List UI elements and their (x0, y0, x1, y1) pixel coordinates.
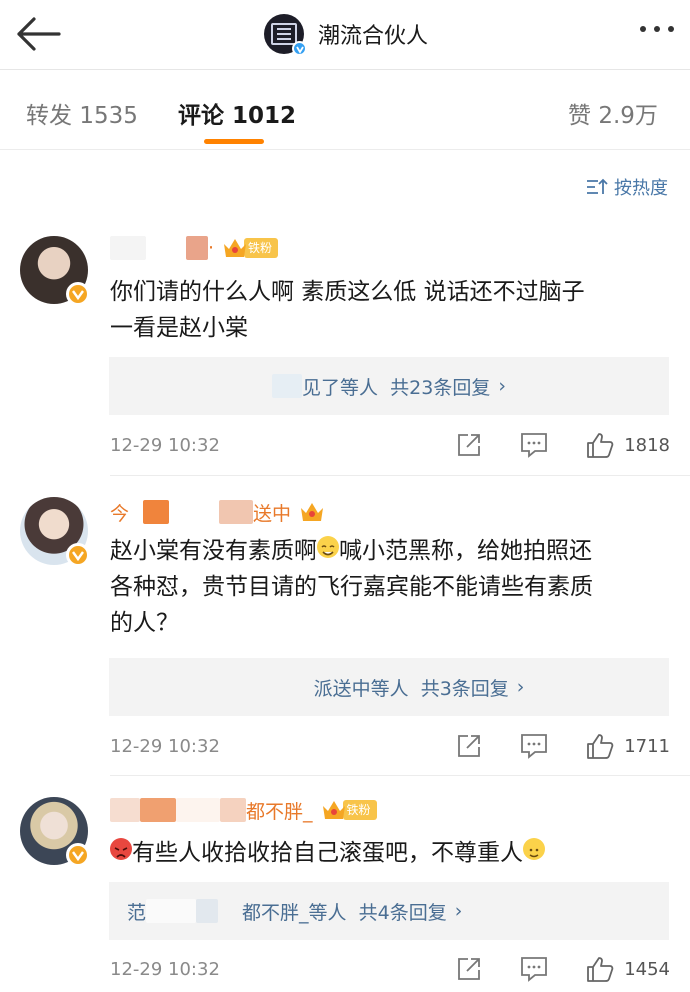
back-button[interactable] (14, 14, 64, 54)
avatar[interactable] (20, 497, 90, 567)
divider (110, 475, 690, 476)
like-button[interactable]: 1818 (586, 431, 670, 459)
like-button[interactable]: 1454 (586, 955, 670, 983)
avatar[interactable] (20, 797, 90, 867)
username[interactable]: · 铁粉 (110, 233, 279, 263)
comment-meta: 12-29 10:32 1454 (110, 954, 670, 984)
crown-icon (321, 798, 347, 822)
thumbs-up-icon (587, 734, 614, 759)
divider (110, 775, 690, 776)
fan-badge: 铁粉 (321, 798, 377, 822)
like-button[interactable]: 1711 (586, 732, 670, 760)
thumbs-up-icon (587, 957, 614, 982)
more-options-button[interactable] (640, 26, 674, 32)
comment-text: 有些人收拾收拾自己滚蛋吧，不尊重人 (110, 835, 670, 871)
share-icon[interactable] (456, 956, 482, 982)
reply-icon[interactable] (520, 432, 548, 458)
replies-summary[interactable]: 范 都不胖_等人 共4条回复 › (109, 882, 669, 940)
sort-icon (587, 178, 608, 194)
tab-comments[interactable]: 评论 1012 (178, 96, 296, 130)
comment-text: 你们请的什么人啊 素质这么低 说话还不过脑子 一看是赵小棠 (110, 279, 585, 341)
replies-summary[interactable]: 派送中等人 共3条回复 › (109, 658, 669, 716)
grin-emoji-icon (317, 536, 339, 558)
tab-likes[interactable]: 赞 2.9万 (568, 96, 658, 130)
active-tab-indicator (204, 139, 264, 144)
tab-bar: 转发 1535 评论 1012 赞 2.9万 (0, 70, 690, 150)
crown-icon (222, 236, 248, 260)
fan-badge: 铁粉 (222, 236, 279, 260)
verified-badge-icon (292, 41, 307, 56)
brand-logo-icon (264, 14, 307, 56)
username[interactable]: 都不胖_ 铁粉 (110, 795, 377, 825)
account-header[interactable]: 潮流合伙人 (264, 11, 428, 57)
crown-icon (299, 500, 325, 524)
top-bar: 潮流合伙人 (0, 0, 690, 70)
share-icon[interactable] (456, 733, 482, 759)
username[interactable]: 今 送中 (110, 497, 325, 527)
vip-badge-icon (66, 543, 90, 567)
avatar[interactable] (20, 236, 90, 306)
chevron-right-icon: › (498, 375, 506, 397)
thumbs-up-icon (587, 433, 614, 458)
vip-badge-icon (66, 843, 90, 867)
reply-icon[interactable] (520, 956, 548, 982)
chevron-right-icon: › (516, 676, 525, 698)
reply-icon[interactable] (520, 733, 548, 759)
fan-badge (299, 500, 325, 524)
chevron-right-icon: › (454, 900, 463, 922)
back-arrow-icon (17, 17, 61, 51)
comment-text: 赵小棠有没有素质啊 喊小范黑称，给她拍照还 各种怼，贵节目请的飞行嘉宾能不能请些有… (110, 536, 593, 636)
vip-badge-icon (66, 282, 90, 306)
tab-reposts[interactable]: 转发 1535 (26, 96, 138, 130)
share-icon[interactable] (456, 432, 482, 458)
comment-meta: 12-29 10:32 1711 (110, 731, 670, 761)
angry-emoji-icon (110, 838, 132, 860)
smile-emoji-icon (523, 838, 545, 860)
comment-meta: 12-29 10:32 1818 (110, 430, 670, 460)
sort-toggle[interactable]: 按热度 (586, 174, 668, 200)
page-title: 潮流合伙人 (318, 24, 429, 49)
replies-summary[interactable]: 见了等人 共23条回复 › (109, 357, 669, 415)
